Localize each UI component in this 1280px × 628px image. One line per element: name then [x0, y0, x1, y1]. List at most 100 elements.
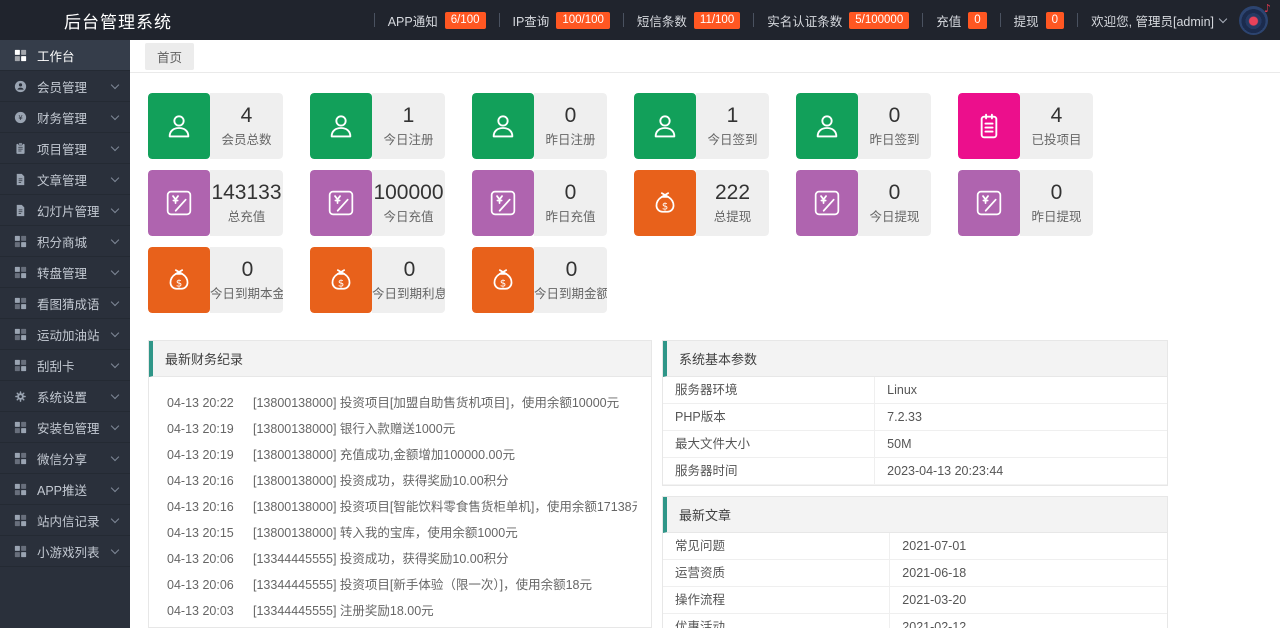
header-stat-label: IP查询	[512, 14, 550, 29]
header-stat-充值[interactable]: 充值 0	[936, 11, 987, 30]
stat-label: 今日签到	[707, 133, 758, 147]
sidebar-item-label: 会员管理	[37, 80, 88, 95]
sidebar-item-APP推送[interactable]: APP推送	[0, 474, 130, 505]
stat-card-今日充值: 100000 今日充值	[310, 170, 445, 236]
main-area: 首页 4 会员总数 1 今日注册 0 昨日注册 1 今日签到 0 昨日签到 4 已投项目 143133 总…	[130, 40, 1280, 628]
stat-card-昨日签到: 0 昨日签到	[796, 93, 931, 159]
chevron-down-icon	[110, 111, 120, 120]
record-text: [13800138000] 转入我的宝库，使用余额1000元	[253, 526, 518, 540]
header-stat-提现[interactable]: 提现 0	[1014, 11, 1065, 30]
record-time: 04-13 20:19	[167, 422, 234, 436]
user-menu[interactable]: 欢迎您, 管理员[admin]	[1091, 11, 1228, 30]
user-icon	[796, 93, 858, 159]
sidebar-item-工作台[interactable]: 工作台	[0, 40, 130, 71]
system-param-row: PHP版本 7.2.33	[663, 403, 1167, 431]
system-param-row-label: PHP版本	[663, 403, 875, 431]
yen-square-icon	[958, 170, 1020, 236]
article-row-label: 优惠活动	[663, 613, 890, 628]
sidebar-item-积分商城[interactable]: 积分商城	[0, 226, 130, 257]
stat-card-今日注册: 1 今日注册	[310, 93, 445, 159]
chevron-down-icon	[110, 328, 120, 337]
header-separator	[999, 13, 1001, 27]
yen-square-icon	[310, 170, 372, 236]
sidebar-item-小游戏列表[interactable]: 小游戏列表	[0, 536, 130, 567]
header-stat-短信条数[interactable]: 短信条数 11/100	[636, 11, 741, 30]
svg-text:$: $	[176, 278, 182, 289]
panel-system-params: 系统基本参数 服务器环境 Linux PHP版本 7.2.33 最大文件大小 50M 服务器…	[662, 340, 1168, 486]
sidebar-item-转盘管理[interactable]: 转盘管理	[0, 257, 130, 288]
header-stat-badge: 0	[1045, 11, 1065, 29]
tab-home[interactable]: 首页	[145, 42, 195, 70]
sidebar-item-label: APP推送	[37, 483, 88, 498]
sidebar-item-label: 文章管理	[37, 173, 88, 188]
stat-card-body: 0 昨日签到	[858, 93, 931, 159]
grid-icon	[13, 451, 28, 466]
stat-card-body: 0 今日到期金额	[534, 247, 607, 313]
sidebar-item-站内信记录[interactable]: 站内信记录	[0, 505, 130, 536]
sidebar-item-运动加油站[interactable]: 运动加油站	[0, 319, 130, 350]
header-stat-label: 短信条数	[636, 14, 687, 29]
article-row-label: 常见问题	[663, 533, 890, 560]
music-note-icon: ♪	[1263, 1, 1271, 15]
record-time: 04-13 20:16	[167, 500, 234, 514]
header-stat-实名认证条数[interactable]: 实名认证条数 5/100000	[767, 11, 910, 30]
panel-latest-articles-title: 最新文章	[663, 497, 1167, 533]
stat-card-今日签到: 1 今日签到	[634, 93, 769, 159]
sidebar-item-财务管理[interactable]: ¥ 财务管理	[0, 102, 130, 133]
user-avatar[interactable]: ♪	[1239, 2, 1271, 35]
financial-record-row: 04-13 20:03 [13344445555] 注册奖励18.00元	[167, 598, 637, 624]
sidebar-item-文章管理[interactable]: 文章管理	[0, 164, 130, 195]
sidebar-menu: 工作台会员管理 ¥ 财务管理 项目管理文章管理幻灯片管理积分商城 转盘管理 看图猜成语 运动…	[0, 40, 130, 567]
record-time: 04-13 20:06	[167, 578, 234, 592]
sidebar-item-项目管理[interactable]: 项目管理	[0, 133, 130, 164]
record-text: [13800138000] 投资项目[加盟自助售货机项目]，使用余额10000元	[253, 396, 620, 410]
grid-icon	[13, 420, 28, 435]
moneybag-icon: $	[310, 247, 372, 313]
financial-record-row: 04-13 20:22 [13800138000] 投资项目[加盟自助售货机项目]…	[167, 390, 637, 416]
stat-card-今日到期利息: $0 今日到期利息	[310, 247, 445, 313]
clipboard-icon	[13, 141, 28, 156]
svg-text:¥: ¥	[18, 114, 23, 122]
system-param-row: 服务器时间 2023-04-13 20:23:44	[663, 457, 1167, 485]
stat-card-body: 100000 今日充值	[372, 170, 445, 236]
sidebar-item-label: 系统设置	[37, 390, 88, 405]
header-stat-label: 实名认证条数	[767, 14, 843, 29]
sidebar-item-label: 幻灯片管理	[37, 204, 100, 219]
record-text: [13344445555] 投资项目[新手体验（限一次）]，使用余额18元	[253, 578, 592, 592]
sidebar-item-会员管理[interactable]: 会员管理	[0, 71, 130, 102]
svg-text:$: $	[500, 278, 506, 289]
tab-bar: 首页	[130, 40, 1280, 73]
article-row-value: 2021-06-18	[889, 559, 1167, 587]
system-param-row: 服务器环境 Linux	[663, 377, 1167, 404]
record-text: [13344445555] 投资成功，获得奖励10.00积分	[253, 552, 509, 566]
grid-icon	[13, 358, 28, 373]
panel-latest-articles: 最新文章 常见问题 2021-07-01 运营资质 2021-06-18 操作流程 202…	[662, 496, 1168, 628]
article-row-value: 2021-02-12	[889, 613, 1167, 628]
stat-card-body: 0 昨日提现	[1020, 170, 1093, 236]
sidebar-item-微信分享[interactable]: 微信分享	[0, 443, 130, 474]
header-separator	[622, 13, 624, 27]
stat-value: 0	[888, 181, 901, 204]
system-param-row: 最大文件大小 50M	[663, 430, 1167, 458]
stat-value: 0	[564, 181, 577, 204]
financial-record-row: 04-13 20:16 [13800138000] 投资项目[智能饮料零食售货柜单…	[167, 494, 637, 520]
moneybag-icon: $	[148, 247, 210, 313]
header-stat-APP通知[interactable]: APP通知 6/100	[388, 11, 486, 30]
list-clipboard-icon	[958, 93, 1020, 159]
sidebar-item-系统设置[interactable]: 系统设置	[0, 381, 130, 412]
sidebar-item-看图猜成语[interactable]: 看图猜成语	[0, 288, 130, 319]
stat-label: 昨日提现	[1031, 210, 1082, 224]
article-row-label: 运营资质	[663, 559, 890, 587]
stat-value: 0	[888, 104, 901, 127]
record-time: 04-13 20:03	[167, 604, 234, 618]
sidebar-item-安装包管理[interactable]: 安装包管理	[0, 412, 130, 443]
stat-card-昨日充值: 0 昨日充值	[472, 170, 607, 236]
stat-label: 昨日充值	[545, 210, 596, 224]
stat-card-今日提现: 0 今日提现	[796, 170, 931, 236]
sidebar-item-幻灯片管理[interactable]: 幻灯片管理	[0, 195, 130, 226]
sidebar-item-刮刮卡[interactable]: 刮刮卡	[0, 350, 130, 381]
stat-card-今日到期金额: $0 今日到期金额	[472, 247, 607, 313]
system-param-row-label: 服务器时间	[663, 457, 875, 485]
header-stat-IP查询[interactable]: IP查询 100/100	[513, 11, 610, 30]
grid-icon	[13, 265, 28, 280]
